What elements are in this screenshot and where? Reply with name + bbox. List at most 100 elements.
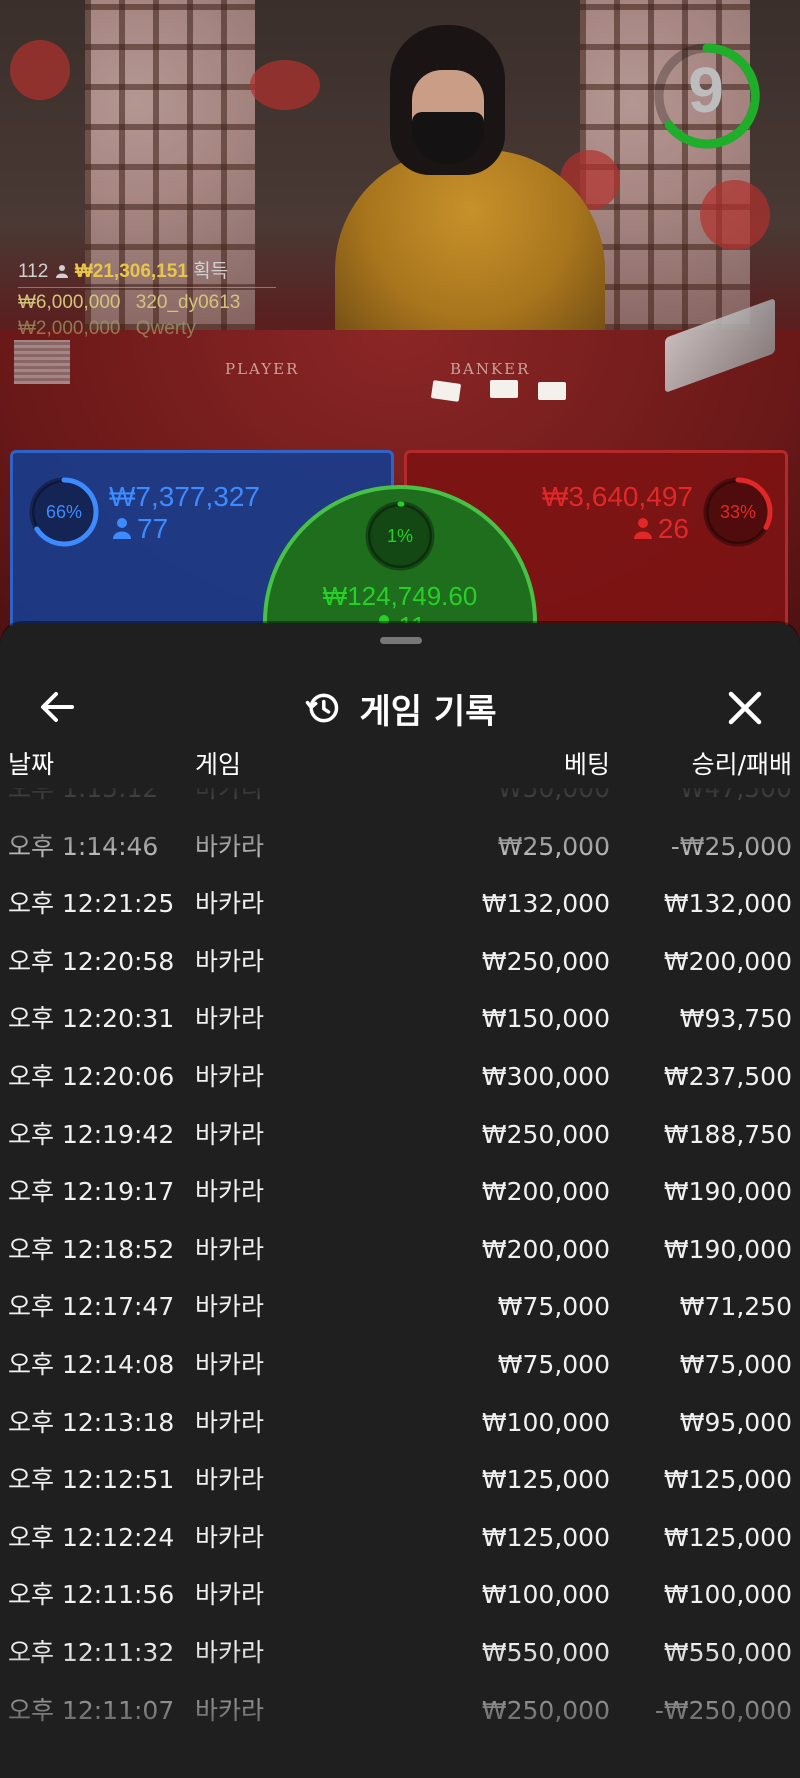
- history-row[interactable]: 오후 1:15:12 바카라 ₩50,000 ₩47,500: [0, 788, 800, 819]
- history-row-time: 오후 12:18:52: [8, 1234, 175, 1264]
- close-icon: [728, 691, 762, 725]
- countdown-seconds: 9: [688, 54, 724, 126]
- history-row-game: 바카라: [195, 889, 265, 919]
- history-row-game: 바카라: [195, 1062, 265, 1091]
- winner-amount: ₩6,000,000: [18, 292, 121, 313]
- winner-entry: ₩6,000,000 320_dy0613: [18, 292, 276, 314]
- history-row-time: 오후 12:21:25: [8, 889, 175, 919]
- history-row[interactable]: 오후 12:14:08 바카라 ₩75,000 ₩75,000: [0, 1337, 800, 1395]
- history-row-bet: ₩200,000: [481, 1177, 610, 1207]
- history-row-win-loss: ₩75,000: [679, 1350, 792, 1379]
- sheet-title-group: 게임 기록: [0, 663, 800, 753]
- history-row-time: 오후 12:19:17: [8, 1177, 175, 1207]
- history-row[interactable]: 오후 12:12:51 바카라 ₩125,000 ₩125,000: [0, 1452, 800, 1510]
- close-button[interactable]: [722, 685, 768, 731]
- banker-percent: 33%: [719, 501, 757, 522]
- history-row-game: 바카라: [195, 1407, 265, 1437]
- playing-card: [538, 382, 566, 400]
- winners-ticker: 112 ₩21,306,151 획득 ₩6,000,000 320_dy0613…: [18, 256, 276, 340]
- history-row-time: 오후 12:20:06: [8, 1062, 175, 1091]
- history-row-bet: ₩300,000: [481, 1062, 610, 1091]
- column-header-bet: 베팅: [563, 750, 610, 779]
- history-row[interactable]: 오후 12:19:17 바카라 ₩200,000 ₩190,000: [0, 1164, 800, 1222]
- history-row-win-loss: ₩237,500: [663, 1062, 792, 1091]
- history-row-bet: ₩250,000: [481, 946, 610, 976]
- history-row-time: 오후 12:14:08: [8, 1350, 175, 1379]
- history-row-win-loss: ₩125,000: [663, 1465, 792, 1495]
- history-row-time: 오후 12:20:58: [8, 946, 175, 976]
- history-row-win-loss: -₩25,000: [670, 831, 792, 861]
- history-row[interactable]: 오후 12:21:25 바카라 ₩132,000 ₩132,000: [0, 876, 800, 934]
- history-row-win-loss: ₩100,000: [663, 1580, 792, 1610]
- history-row[interactable]: 오후 12:19:42 바카라 ₩250,000 ₩188,750: [0, 1107, 800, 1165]
- history-row[interactable]: 오후 12:17:47 바카라 ₩75,000 ₩71,250: [0, 1279, 800, 1337]
- history-row-game: 바카라: [195, 788, 265, 803]
- history-row[interactable]: 오후 12:20:31 바카라 ₩150,000 ₩93,750: [0, 991, 800, 1049]
- history-row-game: 바카라: [195, 1580, 265, 1610]
- history-row-time: 오후 12:11:56: [8, 1580, 175, 1610]
- history-row-bet: ₩25,000: [497, 831, 610, 861]
- history-row[interactable]: 오후 12:20:58 바카라 ₩250,000 ₩200,000: [0, 934, 800, 992]
- column-header-win-loss: 승리/패배: [691, 750, 792, 779]
- history-row-time: 오후 12:12:24: [8, 1522, 175, 1552]
- player-percent: 66%: [45, 501, 83, 522]
- history-row-win-loss: ₩132,000: [663, 889, 792, 919]
- winner-entry: ₩2,000,000 Qwerty: [18, 318, 276, 340]
- history-row-win-loss: ₩95,000: [679, 1407, 792, 1437]
- history-row[interactable]: 오후 1:14:46 바카라 ₩25,000 -₩25,000: [0, 819, 800, 877]
- sheet-drag-handle[interactable]: [380, 637, 422, 644]
- banker-felt-label: BANKER: [450, 360, 531, 378]
- history-row-game: 바카라: [195, 1119, 265, 1149]
- sheet-header: 게임 기록: [0, 663, 800, 753]
- dealer-body: [335, 150, 605, 350]
- history-row[interactable]: 오후 12:11:32 바카라 ₩550,000 ₩550,000: [0, 1625, 800, 1683]
- winner-user: 320_dy0613: [135, 292, 241, 313]
- playing-card: [490, 380, 518, 398]
- blossom-decoration: [10, 40, 70, 100]
- tie-percent: 1%: [386, 525, 413, 546]
- history-row[interactable]: 오후 12:11:56 바카라 ₩100,000 ₩100,000: [0, 1567, 800, 1625]
- history-row-game: 바카라: [195, 1522, 265, 1552]
- banker-bet-total: ₩3,640,497: [542, 481, 693, 512]
- player-felt-label: PLAYER: [225, 360, 300, 378]
- history-row-game: 바카라: [195, 1350, 265, 1379]
- arrow-left-icon: [41, 692, 74, 722]
- discard-tray: [14, 340, 70, 384]
- history-table-body[interactable]: 오후 1:15:12 바카라 ₩50,000 ₩47,500 오후 1:14:46 바카라…: [0, 788, 800, 1778]
- history-icon: [305, 693, 338, 723]
- history-row-time: 오후 12:11:32: [8, 1638, 175, 1667]
- history-row-game: 바카라: [195, 946, 265, 976]
- history-row-time: 오후 12:13:18: [8, 1407, 175, 1437]
- history-row-game: 바카라: [195, 1177, 265, 1207]
- history-row-bet: ₩150,000: [481, 1004, 610, 1034]
- history-row-win-loss: ₩200,000: [663, 946, 792, 976]
- history-row[interactable]: 오후 12:20:06 바카라 ₩300,000 ₩237,500: [0, 1049, 800, 1107]
- history-row-time: 오후 1:15:12: [8, 788, 159, 803]
- person-icon: [55, 265, 68, 278]
- history-row-bet: ₩50,000: [497, 788, 610, 803]
- person-icon: [113, 518, 131, 539]
- playing-card: [430, 380, 462, 402]
- history-row-win-loss: ₩550,000: [663, 1638, 792, 1667]
- history-row-time: 오후 12:17:47: [8, 1292, 175, 1322]
- winners-total: ₩21,306,151: [74, 261, 188, 282]
- banker-bettor-count: 26: [633, 513, 689, 545]
- history-row-bet: ₩75,000: [497, 1350, 610, 1379]
- banker-bettor-count-value: 26: [657, 513, 689, 544]
- history-row[interactable]: 오후 12:13:18 바카라 ₩100,000 ₩95,000: [0, 1395, 800, 1453]
- history-row-game: 바카라: [195, 1004, 265, 1034]
- player-bet-total: ₩7,377,327: [109, 481, 260, 512]
- history-row[interactable]: 오후 12:18:52 바카라 ₩200,000 ₩190,000: [0, 1222, 800, 1280]
- history-row[interactable]: 오후 12:11:07 바카라 ₩250,000 -₩250,000: [0, 1683, 800, 1741]
- player-bettor-count-value: 77: [137, 513, 169, 544]
- history-row-game: 바카라: [195, 1234, 265, 1264]
- history-row-bet: ₩100,000: [481, 1407, 610, 1437]
- tie-bet-total: ₩124,749.60: [322, 581, 478, 611]
- history-row-bet: ₩250,000: [481, 1695, 610, 1725]
- history-row[interactable]: 오후 12:12:24 바카라 ₩125,000 ₩125,000: [0, 1510, 800, 1568]
- history-row-bet: ₩100,000: [481, 1580, 610, 1610]
- blossom-decoration: [700, 180, 770, 250]
- history-row-time: 오후 12:19:42: [8, 1119, 175, 1149]
- back-button[interactable]: [36, 685, 80, 729]
- history-row-win-loss: ₩190,000: [663, 1234, 792, 1264]
